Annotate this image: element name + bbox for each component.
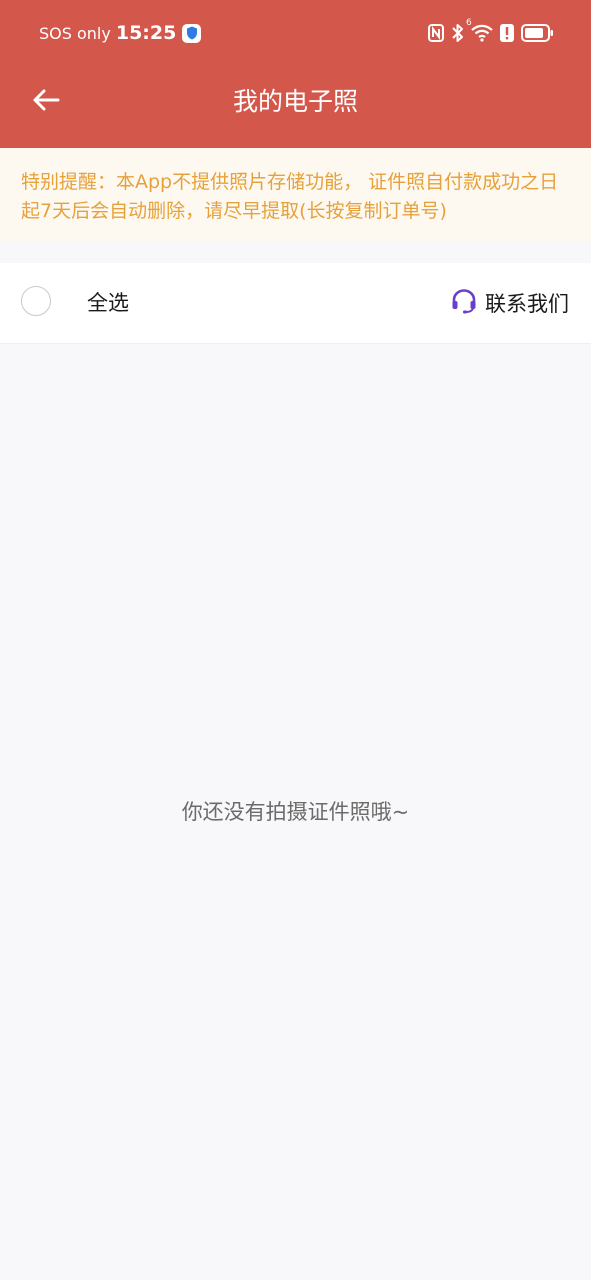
wifi-badge: 6 <box>466 18 472 28</box>
bluetooth-icon <box>451 23 464 43</box>
shield-icon <box>182 23 202 43</box>
page-title: 我的电子照 <box>232 87 358 116</box>
contact-us-label: 联系我们 <box>485 292 569 316</box>
notice-banner: 特别提醒：本App不提供照片存储功能， 证件照自付款成功之日起7天后会自动删除，… <box>0 148 591 242</box>
status-left: SOS only 15:25 <box>39 20 202 46</box>
app-header: SOS only 15:25 6 我的电子照 <box>0 0 591 148</box>
nfc-icon <box>428 24 444 42</box>
clock: 15:25 <box>115 22 177 44</box>
nav-bar: 我的电子照 <box>0 66 591 148</box>
status-right: 6 <box>428 18 553 46</box>
headset-icon <box>451 288 477 318</box>
alert-icon <box>500 24 514 42</box>
battery-icon <box>521 24 553 42</box>
select-all-radio[interactable] <box>21 286 51 316</box>
carrier-label: SOS only <box>39 23 111 43</box>
status-bar: SOS only 15:25 6 <box>0 0 591 66</box>
wifi-icon: 6 <box>466 18 493 42</box>
empty-state-message: 你还没有拍摄证件照哦~ <box>181 800 410 824</box>
select-toolbar: 全选 联系我们 <box>0 263 591 344</box>
select-all-label[interactable]: 全选 <box>87 288 129 318</box>
contact-us-button[interactable]: 联系我们 <box>451 287 569 319</box>
notice-text: 特别提醒：本App不提供照片存储功能， 证件照自付款成功之日起7天后会自动删除，… <box>21 171 559 222</box>
